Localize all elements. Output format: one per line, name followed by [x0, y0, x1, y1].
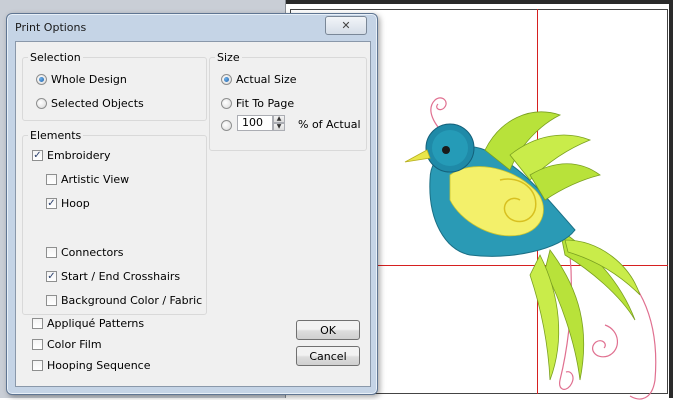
checkbox-embroidery[interactable]: ✓ Embroidery: [32, 149, 111, 162]
dialog-title: Print Options: [15, 21, 87, 34]
checkbox-indicator[interactable]: [46, 174, 57, 185]
size-group-label: Size: [215, 51, 242, 64]
radio-percent-of-actual[interactable]: [221, 120, 232, 131]
checkbox-hooping-sequence[interactable]: Hooping Sequence: [32, 359, 150, 372]
checkbox-applique-patterns[interactable]: Appliqué Patterns: [32, 317, 144, 330]
spinner-arrows[interactable]: ▲ ▼: [273, 115, 285, 131]
percent-input[interactable]: 100: [237, 115, 273, 131]
checkbox-hoop[interactable]: ✓ Hoop: [46, 197, 90, 210]
radio-selected-objects[interactable]: Selected Objects: [36, 97, 144, 110]
radio-label: Selected Objects: [51, 97, 144, 110]
close-icon: ✕: [341, 19, 351, 32]
radio-indicator[interactable]: [221, 98, 232, 109]
checkbox-indicator[interactable]: [46, 295, 57, 306]
checkbox-label: Appliqué Patterns: [47, 317, 145, 330]
checkbox-color-film[interactable]: Color Film: [32, 338, 102, 351]
checkbox-indicator[interactable]: ✓: [32, 150, 43, 161]
radio-indicator[interactable]: [36, 98, 47, 109]
percent-suffix-label: % of Actual: [298, 118, 361, 131]
checkbox-indicator[interactable]: [32, 339, 43, 350]
dialog-client-area: Selection Whole Design Selected Objects …: [15, 41, 371, 387]
elements-group: [22, 135, 207, 315]
checkbox-label: Embroidery: [47, 149, 111, 162]
checkbox-background-color-fabric[interactable]: Background Color / Fabric: [46, 294, 202, 307]
checkbox-indicator[interactable]: [46, 247, 57, 258]
canvas-top-edge: [286, 0, 673, 4]
selection-group-label: Selection: [28, 51, 83, 64]
spin-up-icon[interactable]: ▲: [273, 115, 285, 123]
checkbox-label: Background Color / Fabric: [61, 294, 203, 307]
checkbox-label: Start / End Crosshairs: [61, 270, 181, 283]
checkbox-indicator[interactable]: [32, 360, 43, 371]
radio-actual-size[interactable]: Actual Size: [221, 73, 297, 86]
close-button[interactable]: ✕: [325, 16, 367, 35]
radio-whole-design[interactable]: Whole Design: [36, 73, 127, 86]
radio-label: Actual Size: [236, 73, 297, 86]
radio-label: Fit To Page: [236, 97, 295, 110]
checkbox-indicator[interactable]: ✓: [46, 198, 57, 209]
checkbox-indicator[interactable]: [32, 318, 43, 329]
spin-down-icon[interactable]: ▼: [273, 123, 285, 131]
cancel-button[interactable]: Cancel: [296, 346, 360, 366]
percent-spinner[interactable]: 100 ▲ ▼: [237, 115, 285, 131]
dialog-titlebar[interactable]: Print Options ✕: [7, 14, 377, 40]
radio-indicator[interactable]: [221, 74, 232, 85]
radio-label: Whole Design: [51, 73, 127, 86]
checkbox-label: Color Film: [47, 338, 102, 351]
checkbox-indicator[interactable]: ✓: [46, 271, 57, 282]
bird-embroidery-design: [404, 97, 657, 400]
checkbox-start-end-crosshairs[interactable]: ✓ Start / End Crosshairs: [46, 270, 180, 283]
elements-group-label: Elements: [28, 129, 84, 142]
radio-indicator[interactable]: [36, 74, 47, 85]
checkbox-connectors[interactable]: Connectors: [46, 246, 123, 259]
checkbox-artistic-view[interactable]: Artistic View: [46, 173, 129, 186]
radio-indicator[interactable]: [221, 120, 232, 131]
ok-button[interactable]: OK: [296, 320, 360, 340]
print-options-dialog: Print Options ✕ Selection Whole Design S…: [6, 13, 378, 395]
selection-group: [22, 57, 207, 121]
checkbox-label: Artistic View: [61, 173, 130, 186]
checkbox-label: Hooping Sequence: [47, 359, 151, 372]
checkbox-label: Hoop: [61, 197, 90, 210]
checkbox-label: Connectors: [61, 246, 124, 259]
radio-fit-to-page[interactable]: Fit To Page: [221, 97, 294, 110]
